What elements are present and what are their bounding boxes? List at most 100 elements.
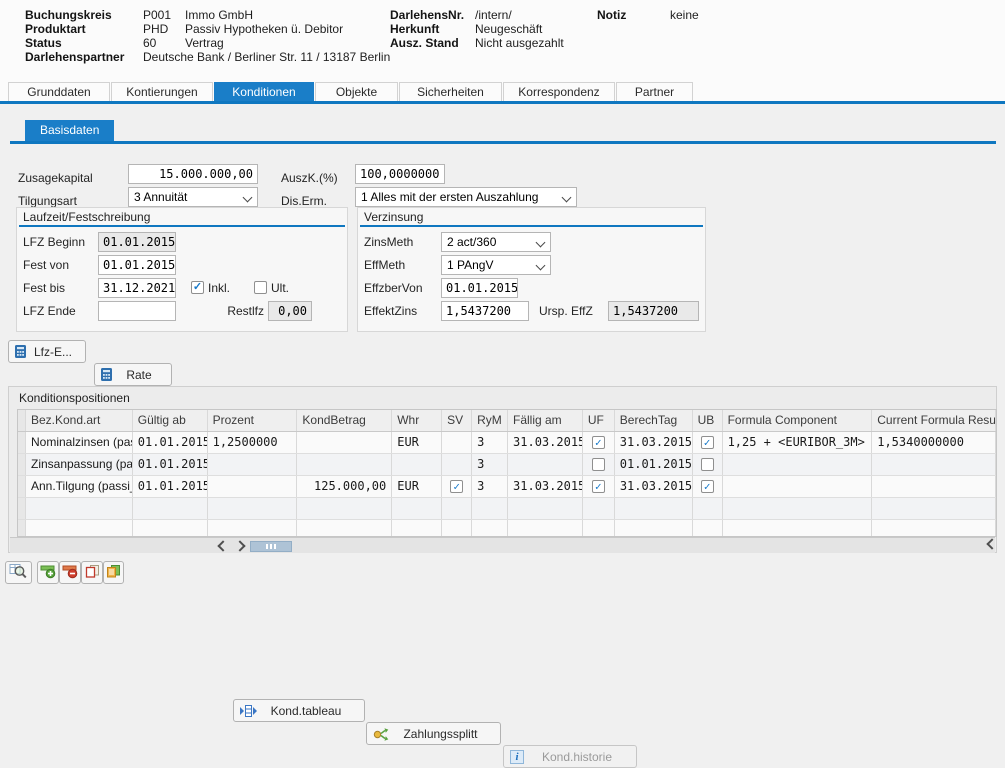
cell-checkbox[interactable] xyxy=(592,458,605,471)
tab-kontierungen[interactable]: Kontierungen xyxy=(111,82,213,101)
zinsmeth-select[interactable]: 2 act/360 xyxy=(441,232,551,252)
row-selector[interactable] xyxy=(18,498,26,519)
table-cell[interactable] xyxy=(208,498,298,519)
effmeth-select[interactable]: 1 PAngV xyxy=(441,255,551,275)
effzbervon-field[interactable]: 01.01.2015 xyxy=(441,278,518,298)
table-cell[interactable]: 1,2500000 xyxy=(208,432,298,453)
table-cell[interactable] xyxy=(583,520,615,537)
ult-checkbox[interactable] xyxy=(254,281,267,294)
tab-objekte[interactable]: Objekte xyxy=(315,82,398,101)
table-cell[interactable] xyxy=(615,498,693,519)
copy-line-button[interactable] xyxy=(81,561,103,584)
table-scroll-left-edge-button[interactable] xyxy=(983,537,1001,551)
cell-checkbox[interactable]: ✓ xyxy=(592,480,605,493)
table-cell[interactable] xyxy=(297,454,392,475)
table-row[interactable] xyxy=(18,498,996,520)
column-header[interactable]: Prozent xyxy=(208,410,298,431)
table-cell[interactable]: 1,5340000000 xyxy=(872,432,996,453)
table-cell[interactable]: 3 xyxy=(472,432,508,453)
effektzins-field[interactable]: 1,5437200 xyxy=(441,301,529,321)
cell-checkbox[interactable]: ✓ xyxy=(592,436,605,449)
table-cell[interactable]: 31.03.2015 xyxy=(508,476,583,497)
table-cell[interactable] xyxy=(442,520,472,537)
cell-checkbox[interactable] xyxy=(701,458,714,471)
cell-checkbox[interactable]: ✓ xyxy=(701,480,714,493)
table-cell[interactable] xyxy=(297,498,392,519)
column-header[interactable]: RyM xyxy=(472,410,508,431)
table-cell[interactable] xyxy=(693,498,723,519)
fest-von-field[interactable]: 01.01.2015 xyxy=(98,255,176,275)
scroll-left-button[interactable] xyxy=(215,540,230,552)
kond-tableau-button[interactable]: Kond.tableau xyxy=(233,699,365,722)
cell-checkbox[interactable]: ✓ xyxy=(701,436,714,449)
table-row[interactable]: Zinsanpassung (pa_01.01.2015301.01.2015 xyxy=(18,454,996,476)
column-header[interactable]: BerechTag xyxy=(615,410,693,431)
row-selector[interactable] xyxy=(18,476,26,497)
table-cell[interactable] xyxy=(26,520,133,537)
table-cell[interactable] xyxy=(872,454,996,475)
table-row[interactable]: Ann.Tilgung (passi_01.01.2015125.000,00E… xyxy=(18,476,996,498)
table-cell[interactable] xyxy=(472,520,508,537)
table-cell[interactable] xyxy=(583,498,615,519)
table-cell[interactable]: 01.01.2015 xyxy=(615,454,693,475)
insert-line-button[interactable] xyxy=(37,561,59,584)
table-cell[interactable] xyxy=(392,454,442,475)
column-header[interactable]: UB xyxy=(693,410,723,431)
table-cell[interactable] xyxy=(442,454,472,475)
table-cell[interactable] xyxy=(133,498,208,519)
table-cell[interactable] xyxy=(297,520,392,537)
table-cell[interactable] xyxy=(133,520,208,537)
table-cell[interactable]: ✓ xyxy=(583,432,615,453)
table-row[interactable]: Nominalzinsen (pas_01.01.20151,2500000EU… xyxy=(18,432,996,454)
table-cell[interactable] xyxy=(208,454,298,475)
column-header[interactable]: UF xyxy=(583,410,615,431)
table-cell[interactable] xyxy=(508,498,583,519)
row-selector[interactable] xyxy=(18,520,26,537)
table-cell[interactable]: 31.03.2015 xyxy=(508,432,583,453)
table-cell[interactable]: Zinsanpassung (pa_ xyxy=(26,454,133,475)
table-cell[interactable]: EUR xyxy=(392,476,442,497)
table-cell[interactable]: 125.000,00 xyxy=(297,476,392,497)
lfz-ende-field[interactable] xyxy=(98,301,176,321)
table-cell[interactable] xyxy=(693,454,723,475)
table-cell[interactable] xyxy=(392,498,442,519)
lfz-ende-calc-button[interactable]: Lfz-E... xyxy=(8,340,86,363)
table-cell[interactable] xyxy=(392,520,442,537)
cell-checkbox[interactable]: ✓ xyxy=(450,480,463,493)
inkl-checkbox[interactable]: ✓ xyxy=(191,281,204,294)
zusagekapital-field[interactable]: 15.000.000,00 xyxy=(128,164,258,184)
table-cell[interactable]: ✓ xyxy=(693,432,723,453)
table-cell[interactable]: 3 xyxy=(472,454,508,475)
column-header[interactable]: SV xyxy=(442,410,472,431)
column-header[interactable]: Whr xyxy=(392,410,442,431)
table-cell[interactable] xyxy=(723,454,873,475)
delete-line-button[interactable] xyxy=(59,561,81,584)
table-cell[interactable] xyxy=(508,520,583,537)
horizontal-scrollbar-thumb[interactable] xyxy=(250,541,292,552)
table-cell[interactable] xyxy=(208,476,298,497)
table-cell[interactable]: ✓ xyxy=(583,476,615,497)
column-header[interactable]: Gültig ab xyxy=(133,410,208,431)
column-header[interactable]: Current Formula Result xyxy=(872,410,996,431)
table-cell[interactable] xyxy=(872,476,996,497)
table-cell[interactable] xyxy=(723,476,873,497)
tab-konditionen[interactable]: Konditionen xyxy=(214,82,314,101)
table-cell[interactable]: 3 xyxy=(472,476,508,497)
zahlungssplitt-button[interactable]: Zahlungssplitt xyxy=(366,722,501,745)
table-cell[interactable] xyxy=(723,498,873,519)
table-cell[interactable]: 01.01.2015 xyxy=(133,432,208,453)
table-cell[interactable] xyxy=(872,498,996,519)
table-cell[interactable] xyxy=(508,454,583,475)
table-cell[interactable]: 01.01.2015 xyxy=(133,454,208,475)
row-selector[interactable] xyxy=(18,454,26,475)
tab-grunddaten[interactable]: Grunddaten xyxy=(8,82,110,101)
tab-korrespondenz[interactable]: Korrespondenz xyxy=(503,82,615,101)
table-cell[interactable]: 31.03.2015 xyxy=(615,432,693,453)
kond-historie-button[interactable]: i Kond.historie xyxy=(503,745,637,768)
table-cell[interactable]: 01.01.2015 xyxy=(133,476,208,497)
paste-line-button[interactable] xyxy=(103,561,124,584)
table-cell[interactable] xyxy=(693,520,723,537)
column-header[interactable]: Bez.Kond.art xyxy=(26,410,133,431)
column-header[interactable]: Formula Component xyxy=(723,410,873,431)
table-cell[interactable]: 1,25 + <EURIBOR_3M> xyxy=(723,432,873,453)
